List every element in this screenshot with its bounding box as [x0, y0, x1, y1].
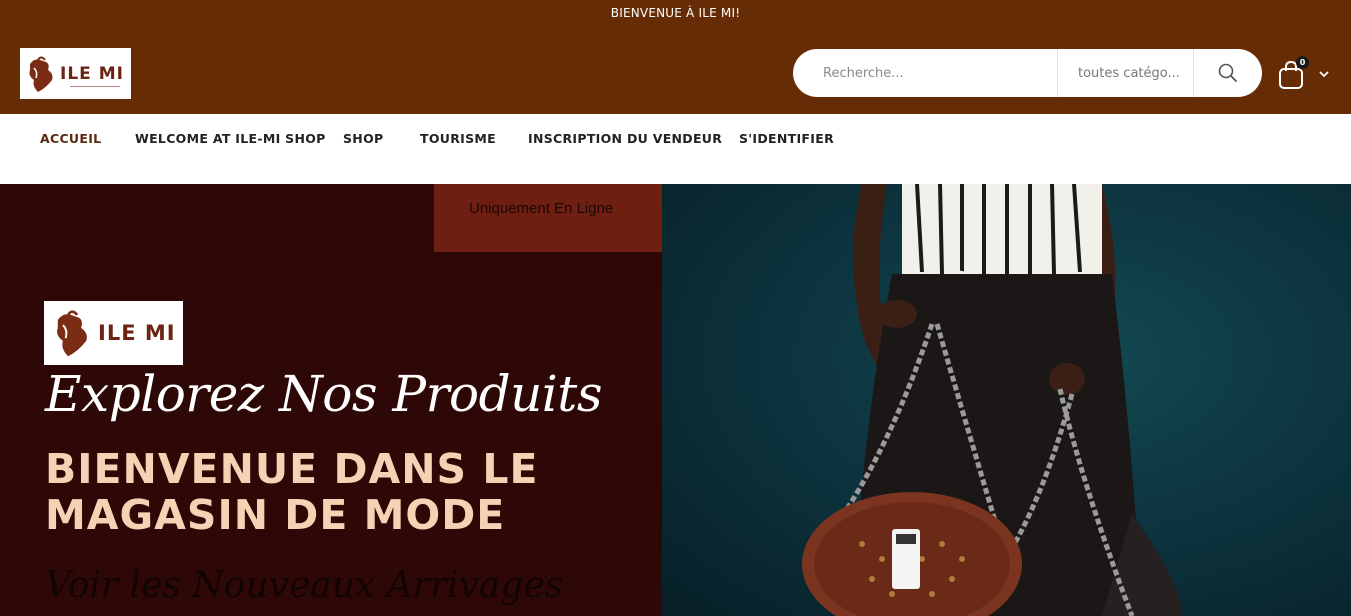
nav-item-shop[interactable]: SHOP — [343, 131, 383, 146]
site-logo[interactable]: ILE MI — [20, 48, 131, 99]
promo-text: Uniquement En Ligne — [469, 200, 614, 217]
hero-text-panel: Uniquement En Ligne ILE MI Explorez Nos … — [0, 184, 662, 616]
hero-slider: Uniquement En Ligne ILE MI Explorez Nos … — [0, 184, 1351, 616]
hero-subtitle: Explorez Nos Produits — [45, 365, 603, 423]
hero-logo: ILE MI — [44, 301, 183, 365]
nav-item-identifier[interactable]: S'IDENTIFIER — [739, 131, 834, 146]
welcome-banner: BIENVENUE À ILE MI! — [610, 6, 741, 20]
new-arrivals-link[interactable]: Voir les Nouveaux Arrivages — [45, 565, 563, 606]
hero-logo-text: ILE MI — [98, 321, 176, 345]
cart-count-badge: 0 — [1296, 56, 1309, 69]
chevron-down-icon[interactable] — [1318, 69, 1330, 79]
nav-item-inscription-vendeur[interactable]: INSCRIPTION DU VENDEUR — [528, 131, 722, 146]
africa-bag-logo-icon — [29, 56, 53, 92]
nav-item-accueil[interactable]: ACCUEIL — [40, 131, 101, 146]
cart-widget[interactable]: 0 — [1278, 56, 1338, 92]
model-with-handbag-image — [802, 184, 1182, 616]
main-navigation: ACCUEIL WELCOME AT ILE-MI SHOP SHOP TOUR… — [0, 114, 1351, 184]
logo-text: ILE MI — [60, 63, 124, 84]
category-select[interactable]: toutes catégo... — [1058, 49, 1194, 97]
africa-bag-logo-icon — [57, 310, 87, 357]
search-input[interactable]: Recherche... — [793, 49, 1058, 97]
hero-headline-line-2: MAGASIN DE MODE — [45, 491, 506, 539]
search-bar: Recherche... toutes catégo... — [793, 49, 1262, 97]
promo-badge: Uniquement En Ligne — [434, 184, 662, 252]
search-button[interactable] — [1194, 49, 1262, 97]
hero-headline: BIENVENUE DANS LE MAGASIN DE MODE — [45, 446, 645, 538]
top-header: BIENVENUE À ILE MI! ILE MI Recherche... … — [0, 0, 1351, 114]
hero-photo — [662, 184, 1351, 616]
hero-headline-line-1: BIENVENUE DANS LE — [45, 445, 539, 493]
logo-underline — [70, 86, 120, 87]
search-icon — [1218, 63, 1237, 82]
nav-item-welcome-shop[interactable]: WELCOME AT ILE-MI SHOP — [135, 131, 326, 146]
nav-item-tourisme[interactable]: TOURISME — [420, 131, 496, 146]
